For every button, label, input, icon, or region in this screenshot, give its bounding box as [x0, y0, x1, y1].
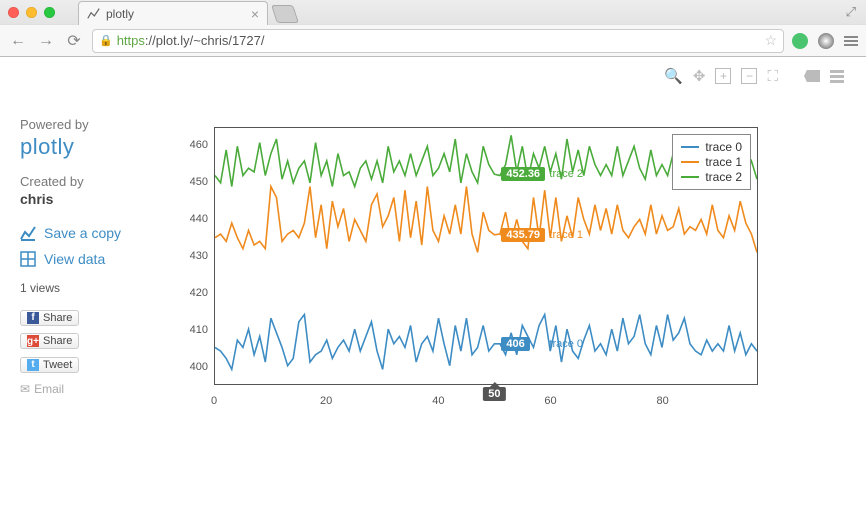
chart-line-icon	[20, 225, 36, 241]
grid-icon	[20, 251, 36, 267]
hover-value-tag: 435.79	[501, 228, 545, 242]
new-tab-button[interactable]	[271, 5, 299, 23]
extension-icon[interactable]	[792, 33, 808, 49]
envelope-icon: ✉	[20, 382, 30, 396]
y-tick: 460	[178, 139, 208, 151]
hover-trace-label: trace 2	[549, 168, 583, 180]
autoscale-icon[interactable]: ⛶	[767, 68, 778, 85]
zoom-out-icon[interactable]: −	[741, 68, 757, 84]
pan-icon[interactable]: ✥	[693, 67, 706, 85]
zoom-icon[interactable]: 🔍	[664, 67, 683, 85]
x-tick: 20	[320, 395, 332, 407]
hover-trace-label: trace 1	[549, 229, 583, 241]
hover-trace-label: trace 0	[549, 338, 583, 350]
author-link[interactable]: chris	[20, 191, 170, 207]
hover-closest-icon[interactable]	[804, 70, 820, 82]
hover-compare-icon[interactable]	[830, 70, 844, 83]
url-protocol: https	[117, 33, 145, 48]
chart-area: 400410420430440450460 020406080 trace 0t…	[170, 67, 846, 407]
twitter-tweet-button[interactable]: tTweet	[20, 357, 79, 373]
titlebar: plotly × ⤢	[0, 0, 866, 24]
extension-icon[interactable]	[818, 33, 834, 49]
email-link[interactable]: ✉Email	[20, 382, 170, 396]
created-by-label: Created by	[20, 174, 170, 189]
facebook-share-button[interactable]: fShare	[20, 310, 79, 326]
chart-line-icon	[87, 7, 100, 20]
legend-item[interactable]: trace 1	[681, 155, 742, 169]
plot-inner: trace 0trace 1trace 2 452.36trace 2435.7…	[214, 127, 758, 385]
x-tick: 80	[657, 395, 669, 407]
y-tick: 410	[178, 324, 208, 336]
y-tick: 430	[178, 250, 208, 262]
browser-chrome: plotly × ⤢ ← → ⟳ 🔒 https ://plot.ly/~chr…	[0, 0, 866, 57]
hover-value-tag: 406	[501, 337, 529, 351]
legend-item[interactable]: trace 0	[681, 140, 742, 154]
brand-link[interactable]: plotly	[20, 134, 170, 160]
address-bar[interactable]: 🔒 https ://plot.ly/~chris/1727/ ☆	[92, 29, 784, 53]
back-button[interactable]: ←	[8, 32, 28, 50]
tab-close-icon[interactable]: ×	[251, 6, 259, 22]
powered-by-label: Powered by	[20, 117, 170, 132]
y-tick: 440	[178, 213, 208, 225]
x-tick: 0	[211, 395, 217, 407]
legend: trace 0trace 1trace 2	[672, 134, 751, 190]
legend-item[interactable]: trace 2	[681, 170, 742, 184]
hover-value-tag: 452.36	[501, 167, 545, 181]
zoom-in-icon[interactable]: +	[715, 68, 731, 84]
y-tick: 450	[178, 176, 208, 188]
browser-tab[interactable]: plotly ×	[78, 1, 268, 25]
lock-icon: 🔒	[99, 34, 113, 47]
x-tick: 60	[544, 395, 556, 407]
navbar: ← → ⟳ 🔒 https ://plot.ly/~chris/1727/ ☆	[0, 24, 866, 56]
menu-icon[interactable]	[844, 36, 858, 46]
y-tick: 400	[178, 361, 208, 373]
x-tick: 40	[432, 395, 444, 407]
view-data-link[interactable]: View data	[20, 251, 170, 267]
url-path: ://plot.ly/~chris/1727/	[145, 33, 265, 48]
save-copy-link[interactable]: Save a copy	[20, 225, 170, 241]
google-share-button[interactable]: g+Share	[20, 333, 79, 349]
bookmark-star-icon[interactable]: ☆	[764, 32, 777, 49]
reload-button[interactable]: ⟳	[64, 31, 84, 51]
plot[interactable]: 400410420430440450460 020406080 trace 0t…	[178, 127, 758, 407]
expand-icon[interactable]: ⤢	[846, 4, 856, 20]
views-count: 1 views	[20, 281, 170, 295]
tab-title: plotly	[106, 7, 134, 21]
page-content: 🔍 ✥ + − ⛶ Powered by plotly Created by c…	[0, 57, 866, 417]
hover-x-tag: 50	[483, 387, 505, 401]
forward-button[interactable]: →	[36, 32, 56, 50]
y-tick: 420	[178, 287, 208, 299]
plot-toolbar: 🔍 ✥ + − ⛶	[664, 67, 844, 85]
sidebar: Powered by plotly Created by chris Save …	[20, 67, 170, 407]
